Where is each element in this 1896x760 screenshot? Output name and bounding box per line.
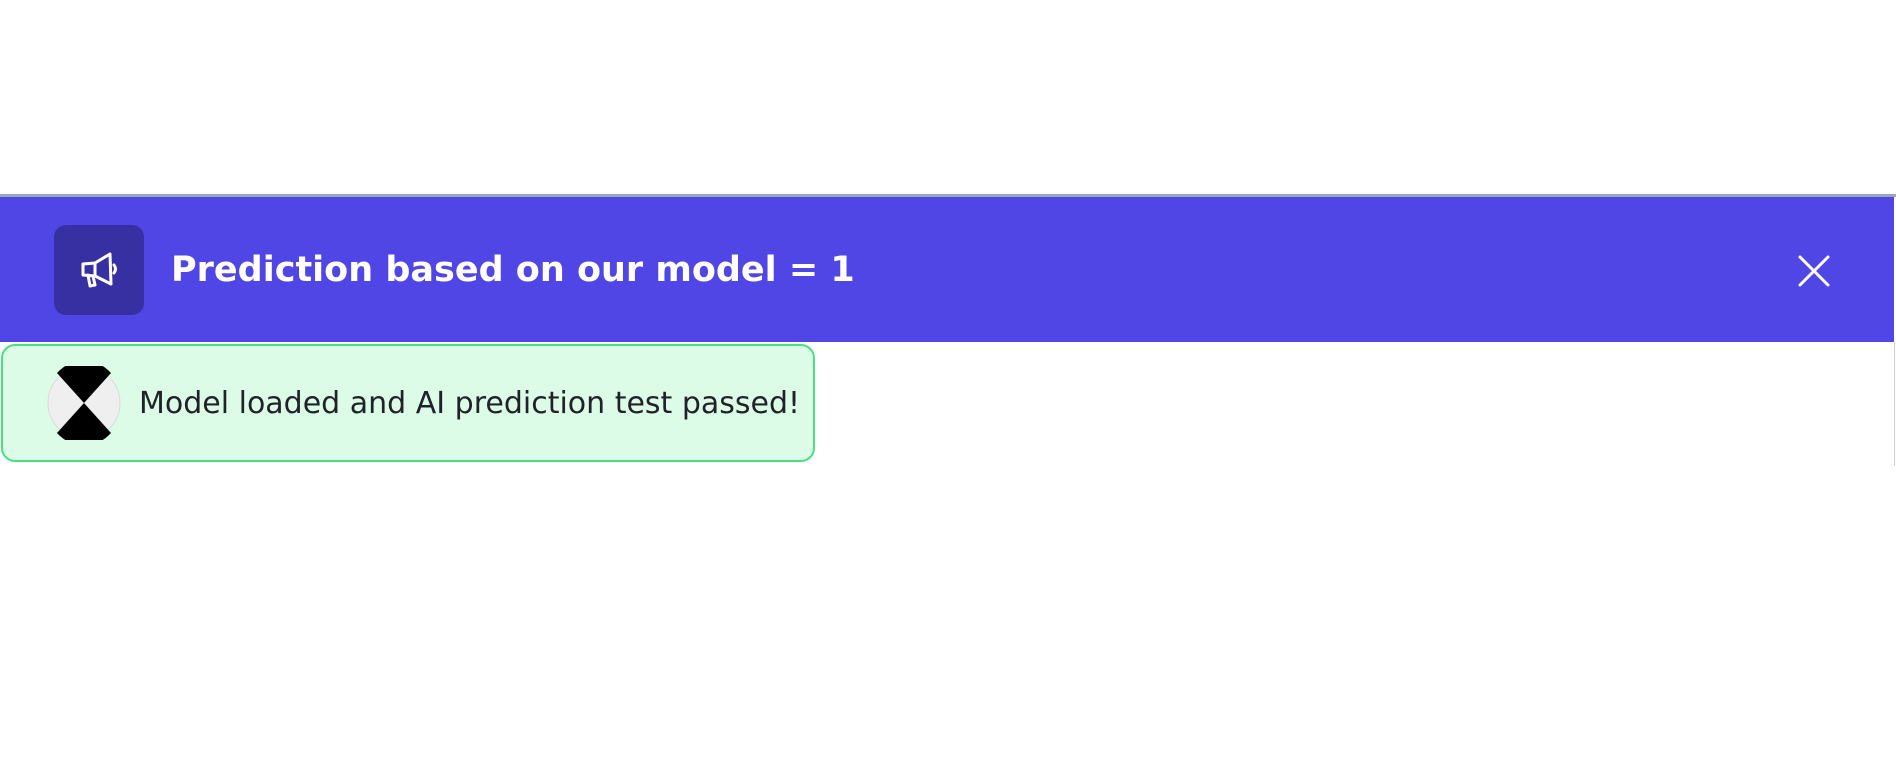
close-button[interactable] bbox=[1790, 247, 1838, 295]
success-toast: Model loaded and AI prediction test pass… bbox=[1, 344, 815, 462]
notification-banner: Prediction based on our model = 1 bbox=[0, 197, 1894, 342]
megaphone-icon bbox=[54, 225, 144, 315]
divider bbox=[1894, 342, 1895, 466]
page: Prediction based on our model = 1 Model … bbox=[0, 0, 1896, 760]
toast-message: Model loaded and AI prediction test pass… bbox=[139, 385, 801, 421]
spinner-icon bbox=[47, 366, 121, 440]
close-icon bbox=[1798, 255, 1830, 287]
banner-message: Prediction based on our model = 1 bbox=[171, 249, 855, 290]
